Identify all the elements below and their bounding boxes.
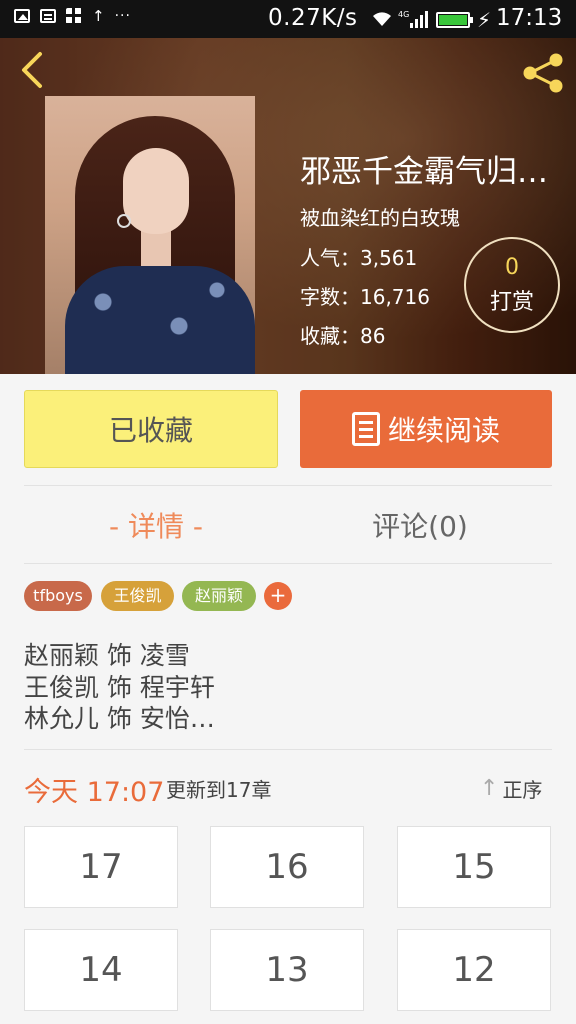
chapter-button[interactable]: 17 xyxy=(24,826,178,908)
signal-4g-icon: 4G xyxy=(398,10,428,28)
upload-arrow-icon: ↑ xyxy=(92,7,105,25)
continue-reading-button[interactable]: 继续阅读 xyxy=(300,390,552,468)
tip-button[interactable]: 0 打赏 xyxy=(464,237,560,333)
cast-line: 林允儿 饰 安怡… xyxy=(24,704,215,733)
sort-label: 正序 xyxy=(502,778,543,802)
clock: 17:13 xyxy=(496,5,563,31)
sort-order-button[interactable]: ↑ 正序 xyxy=(480,774,542,803)
book-icon xyxy=(351,412,380,446)
chapter-button[interactable]: 15 xyxy=(397,826,551,908)
chapter-button[interactable]: 16 xyxy=(210,826,364,908)
status-bar: ↑ ··· 0.27K/s 4G ⚡ 17:13 xyxy=(0,0,576,38)
chevron-left-icon[interactable] xyxy=(14,50,54,90)
tip-count: 0 xyxy=(505,255,519,280)
battery-icon xyxy=(436,12,473,28)
divider xyxy=(24,485,552,486)
popularity-stat: 人气：3,561 xyxy=(300,246,418,270)
tip-label: 打赏 xyxy=(489,290,534,315)
book-title: 邪恶千金霸气归… xyxy=(300,154,548,190)
more-dots-icon: ··· xyxy=(114,8,131,24)
share-icon[interactable] xyxy=(520,50,566,96)
book-cover-image xyxy=(45,96,255,374)
continue-reading-label: 继续阅读 xyxy=(387,414,500,447)
divider xyxy=(24,749,552,750)
divider xyxy=(24,563,552,564)
favorites-stat: 收藏：86 xyxy=(300,324,386,348)
wifi-icon xyxy=(373,12,391,26)
chapter-button[interactable]: 12 xyxy=(397,929,551,1011)
favorited-label: 已收藏 xyxy=(108,414,193,447)
message-icon xyxy=(40,9,56,23)
tag-tfboys[interactable]: tfboys xyxy=(24,581,92,611)
tab-detail[interactable]: - 详情 - xyxy=(24,505,288,545)
update-status: 更新到17章 xyxy=(166,778,272,802)
sort-arrow-icon: ↑ xyxy=(480,776,499,801)
cast-line: 赵丽颖 饰 凌雪 xyxy=(24,641,190,670)
add-tag-button[interactable]: + xyxy=(264,582,292,610)
tab-comments[interactable]: 评论(0) xyxy=(288,505,552,545)
favorited-button[interactable]: 已收藏 xyxy=(24,390,278,468)
word-count-stat: 字数：16,716 xyxy=(300,285,430,309)
network-speed: 0.27K/s xyxy=(268,5,358,31)
svg-text:4G: 4G xyxy=(398,10,409,19)
apps-icon xyxy=(66,8,82,24)
update-time: 今天 17:07 xyxy=(24,777,165,808)
book-author[interactable]: 被血染红的白玫瑰 xyxy=(300,202,460,231)
chapter-button[interactable]: 14 xyxy=(24,929,178,1011)
tag-wang-junkai[interactable]: 王俊凯 xyxy=(101,581,174,611)
tag-zhao-liying[interactable]: 赵丽颖 xyxy=(182,581,256,611)
book-header: 邪恶千金霸气归… 被血染红的白玫瑰 人气：3,561 字数：16,716 收藏：… xyxy=(0,38,576,374)
notification-icons: ↑ ··· xyxy=(14,8,131,24)
image-icon xyxy=(14,9,30,23)
chapter-button[interactable]: 13 xyxy=(210,929,364,1011)
charging-icon: ⚡ xyxy=(477,8,492,32)
